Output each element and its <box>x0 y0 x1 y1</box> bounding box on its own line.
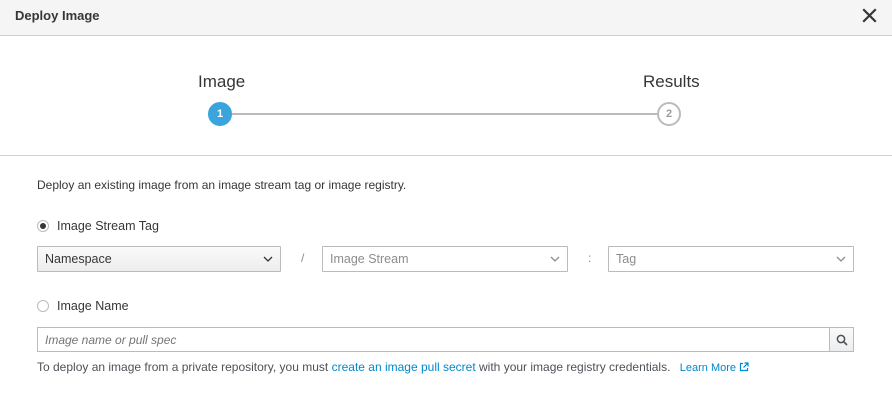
image-stream-tag-radio-row[interactable]: Image Stream Tag <box>37 218 159 234</box>
modal-header: Deploy Image <box>0 0 892 36</box>
help-text: To deploy an image from a private reposi… <box>37 360 749 374</box>
chevron-down-icon <box>263 256 273 262</box>
namespace-select[interactable]: Namespace <box>37 246 281 272</box>
help-prefix: To deploy an image from a private reposi… <box>37 360 329 374</box>
chevron-down-icon <box>836 256 846 262</box>
search-icon <box>836 334 848 346</box>
image-name-radio[interactable] <box>37 300 49 312</box>
create-pull-secret-link[interactable]: create an image pull secret <box>332 360 476 374</box>
step-label-results: Results <box>643 72 700 91</box>
image-stream-tag-radio[interactable] <box>37 220 49 232</box>
namespace-select-value: Namespace <box>45 252 112 266</box>
step-circle-results[interactable]: 2 <box>657 102 681 126</box>
tag-select[interactable]: Tag <box>608 246 854 272</box>
close-icon <box>862 8 877 23</box>
search-button[interactable] <box>829 327 854 352</box>
intro-text: Deploy an existing image from an image s… <box>37 178 407 192</box>
help-suffix: with your image registry credentials. <box>479 360 671 374</box>
external-link-icon <box>740 362 749 372</box>
close-button[interactable] <box>860 6 880 26</box>
image-name-radio-row[interactable]: Image Name <box>37 298 129 314</box>
image-stream-select[interactable]: Image Stream <box>322 246 568 272</box>
image-name-label: Image Name <box>57 299 129 313</box>
tag-select-value: Tag <box>616 252 637 266</box>
image-stream-tag-label: Image Stream Tag <box>57 219 159 233</box>
learn-more-label: Learn More <box>679 362 737 374</box>
separator-slash: / <box>301 251 305 265</box>
image-stream-select-value: Image Stream <box>330 252 409 266</box>
step-connector-line <box>232 113 658 115</box>
image-name-input[interactable] <box>37 327 829 352</box>
separator-colon: : <box>588 251 592 265</box>
learn-more-link[interactable]: Learn More <box>680 362 749 374</box>
step-circle-image[interactable]: 1 <box>208 102 232 126</box>
modal-title: Deploy Image <box>15 8 100 23</box>
step-label-image: Image <box>198 72 246 91</box>
chevron-down-icon <box>550 256 560 262</box>
wizard-steps: Image Results 1 2 <box>0 36 892 156</box>
